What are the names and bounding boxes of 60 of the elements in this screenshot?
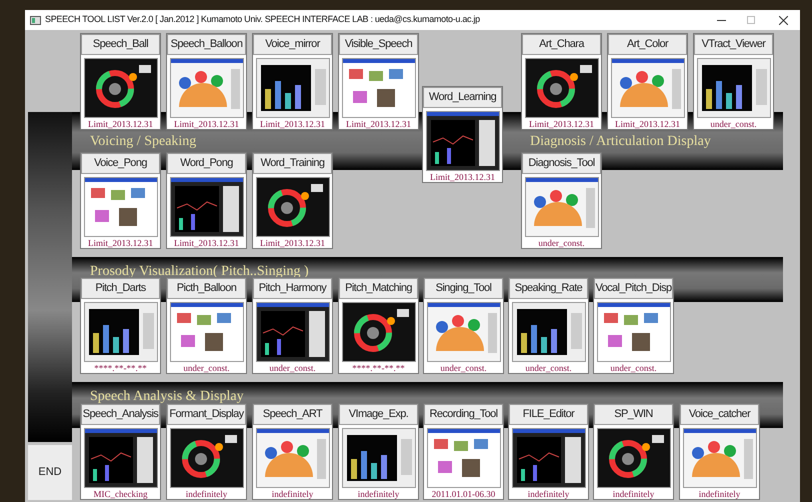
tool-status: under_const. (610, 364, 657, 373)
tool-status: Limit_2013.12.31 (260, 120, 325, 129)
tool-status: under_const. (440, 364, 487, 373)
tool-button[interactable]: Speech_Ball (81, 34, 160, 55)
tool-status: indefinitely (528, 490, 570, 499)
end-button[interactable]: END (28, 445, 72, 500)
tool-button[interactable]: Art_Color (608, 34, 687, 55)
tool-button[interactable]: Pitch_Harmony (253, 278, 332, 299)
tool-button[interactable]: Speaking_Rate (509, 278, 588, 299)
tool-status: ****.**-**.** (94, 364, 147, 373)
tool-button[interactable]: Speech_ART (253, 404, 332, 425)
tool-button[interactable]: Diagnosis_Tool (522, 153, 601, 174)
tool-status: Limit_2013.12.31 (174, 239, 239, 248)
tool-button[interactable]: Singing_Tool (424, 278, 503, 299)
section-title: Voicing / Speaking (90, 132, 198, 150)
tool-button[interactable]: VTract_Viewer (694, 34, 773, 55)
tool-status: under_const. (538, 239, 585, 248)
tool-status: under_const. (269, 364, 316, 373)
section-title: Diagnosis / Articulation Display (530, 132, 711, 150)
tool-status: under_const. (710, 120, 757, 129)
tool-status: indefinitely (186, 490, 228, 499)
tool-button[interactable]: Recording_Tool (424, 404, 503, 425)
window-icon (30, 16, 41, 24)
tool-button[interactable]: VImage_Exp. (339, 404, 418, 425)
tool-status: Limit_2013.12.31 (346, 120, 411, 129)
tool-button[interactable]: Word_Pong (167, 153, 246, 174)
tool-button[interactable]: Word_Training (253, 153, 332, 174)
window-title: SPEECH TOOL LIST Ver.2.0 [ Jan.2012 ] Kumamoto Univ. SPEECH INTERFACE LAB : ueda@cs.kumamoto-u.ac.jp (45, 13, 480, 26)
tool-button[interactable]: Word_Learning (423, 87, 502, 108)
tool-status: indefinitely (698, 490, 740, 499)
tool-status: 2011.01.01-06.30 (432, 490, 496, 499)
tool-status: Limit_2013.12.31 (615, 120, 680, 129)
tool-status: Limit_2013.12.31 (260, 239, 325, 248)
tool-button[interactable]: Picth_Balloon (167, 278, 246, 299)
tool-status: ****.**-**.** (352, 364, 405, 373)
tool-status: Limit_2013.12.31 (430, 173, 495, 182)
tool-button[interactable]: Formant_Display (167, 404, 246, 425)
tool-button[interactable]: Voice_mirror (253, 34, 332, 55)
tool-button[interactable]: Voice_catcher (680, 404, 759, 425)
tool-button[interactable]: Vocal_Pitch_Disp (594, 278, 673, 299)
tool-button[interactable]: Voice_Pong (81, 153, 160, 174)
tool-status: Limit_2013.12.31 (529, 120, 594, 129)
tool-status: MIC_checking (94, 490, 148, 499)
tool-button[interactable]: SP_WIN (594, 404, 673, 425)
tool-status: Limit_2013.12.31 (88, 239, 153, 248)
tool-button[interactable]: Visible_Speech (339, 34, 418, 55)
tool-status: under_const. (525, 364, 572, 373)
tool-button[interactable]: Speech_Analysis (81, 404, 160, 425)
tool-status: Limit_2013.12.31 (174, 120, 239, 129)
tool-button[interactable]: Pitch_Darts (81, 278, 160, 299)
section-title: Speech Analysis & Display (90, 389, 244, 404)
tool-button[interactable]: Speech_Balloon (167, 34, 246, 55)
tool-status: Limit_2013.12.31 (88, 120, 153, 129)
tool-status: indefinitely (272, 490, 314, 499)
tool-button[interactable]: Pitch_Matching (339, 278, 418, 299)
tool-button[interactable]: Art_Chara (522, 34, 601, 55)
tool-button[interactable]: FILE_Editor (509, 404, 588, 425)
tool-status: indefinitely (612, 490, 654, 499)
tool-status: indefinitely (358, 490, 400, 499)
tool-status: under_const. (183, 364, 230, 373)
